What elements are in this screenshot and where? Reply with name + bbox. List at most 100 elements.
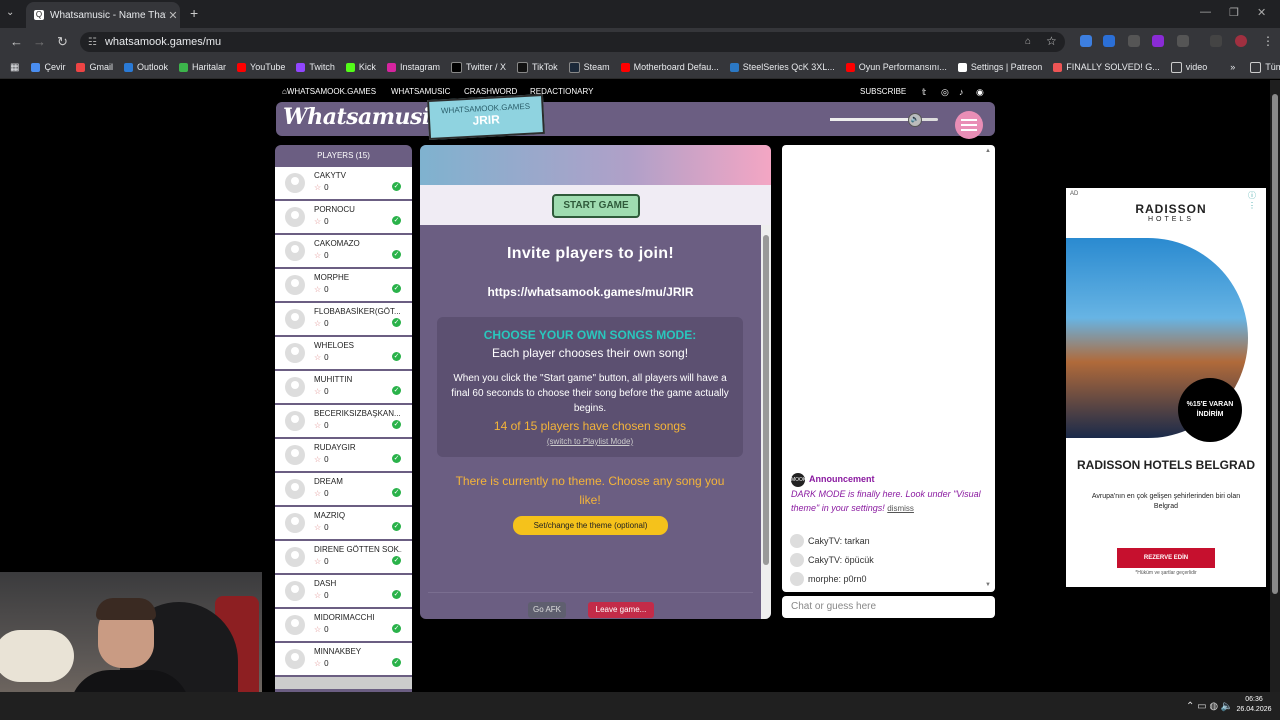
site-info-icon[interactable]: ☷ (88, 37, 97, 48)
tab-list-chevron-icon[interactable]: ⌄ (6, 7, 14, 18)
game-panel-scrollbar[interactable] (761, 225, 771, 619)
bookmark-item[interactable]: FINALLY SOLVED! G... (1053, 62, 1160, 72)
tiktok-icon[interactable]: ♪ (959, 87, 964, 97)
profile-avatar-icon[interactable] (1235, 35, 1247, 47)
players-panel-footer (275, 677, 412, 689)
browser-menu-icon[interactable]: ⋮ (1262, 34, 1274, 48)
os-taskbar (0, 692, 1280, 720)
song-chosen-check-icon: ✓ (392, 658, 401, 667)
site-logo[interactable]: Whatsamusic (283, 104, 443, 130)
subscribe-link[interactable]: SUBSCRIBE (860, 87, 906, 96)
bookmark-item[interactable]: SteelSeries QcK 3XL... (729, 62, 835, 72)
bookmark-item[interactable]: YouTube (237, 62, 285, 72)
chat-scrollbar[interactable]: ▲ ▼ (985, 148, 993, 590)
player-row[interactable]: DIRENE GÖTTEN SOK... ☆ 0 ✓ (275, 541, 412, 573)
tab-close-icon[interactable]: ✕ (166, 9, 180, 22)
bookmark-item[interactable]: Haritalar (179, 62, 226, 72)
bookmark-star-icon[interactable]: ☆ (1046, 34, 1057, 48)
bookmark-item[interactable]: Settings | Patreon (957, 62, 1042, 72)
go-afk-button[interactable]: Go AFK (528, 602, 566, 618)
bookmark-item[interactable]: TikTok (516, 61, 558, 73)
bookmark-item[interactable]: Çevir (31, 62, 65, 72)
new-tab-icon[interactable]: + (190, 5, 198, 21)
bookmark-item[interactable]: Kick (345, 62, 376, 72)
set-theme-button[interactable]: Set/change the theme (optional) (513, 516, 668, 535)
page-scrollbar[interactable] (1270, 80, 1280, 692)
player-row[interactable]: WHELOES ☆ 0 ✓ (275, 337, 412, 369)
player-row[interactable]: RUDAYGIR ☆ 0 ✓ (275, 439, 412, 471)
ad-info-icon[interactable]: ⓘ ⋮ (1248, 190, 1266, 210)
star-icon: ☆ (314, 557, 322, 566)
minimize-icon[interactable]: — (1200, 6, 1211, 18)
nav-whatsamusic[interactable]: WHATSAMUSIC (391, 87, 450, 96)
bookmark-item[interactable]: Motherboard Defau... (620, 62, 719, 72)
bookmark-item[interactable]: Instagram (386, 62, 440, 72)
player-row[interactable]: MORPHE ☆ 0 ✓ (275, 269, 412, 301)
avatar (285, 173, 305, 193)
restore-icon[interactable]: ❐ (1229, 6, 1239, 19)
player-row[interactable]: MUHITTIN ☆ 0 ✓ (275, 371, 412, 403)
avatar (285, 411, 305, 431)
bookmark-item[interactable]: Twitter / X (450, 61, 506, 73)
bookmark-folder[interactable]: video (1170, 61, 1207, 73)
player-score: ☆ 0 (314, 251, 329, 260)
bookmark-item[interactable]: Steam (568, 61, 610, 73)
start-game-button[interactable]: START GAME (552, 194, 640, 218)
instagram-icon[interactable]: ◎ (941, 87, 949, 98)
player-row[interactable]: MIDORIMACCHI ☆ 0 ✓ (275, 609, 412, 641)
leave-game-button[interactable]: Leave game... (588, 602, 654, 618)
bookmark-item[interactable]: Oyun Performansını... (845, 62, 947, 72)
all-bookmarks-folder[interactable]: Tüm Yer İşaretleri (1250, 61, 1280, 73)
browser-tab[interactable]: Q Whatsamusic - Name That Tune ✕ (26, 2, 180, 28)
player-name: DASH (314, 579, 337, 588)
twitter-icon[interactable]: 𝕥 (922, 87, 926, 98)
advertisement[interactable]: AD ⓘ ⋮ RADISSON HOTELS %15'E VARAN İNDİR… (1066, 188, 1266, 587)
bookmark-item[interactable]: Twitch (296, 62, 335, 72)
hamburger-menu-icon[interactable] (955, 111, 983, 139)
bookmark-item[interactable]: Gmail (76, 62, 113, 72)
player-row[interactable]: CAKYTV ☆ 0 ✓ (275, 167, 412, 199)
player-row[interactable]: PORNOCU ☆ 0 ✓ (275, 201, 412, 233)
dismiss-link[interactable]: dismiss (887, 504, 914, 513)
player-score: ☆ 0 (314, 319, 329, 328)
discord-icon[interactable]: ◉ (976, 87, 984, 98)
switch-playlist-link[interactable]: (switch to Playlist Mode) (437, 437, 743, 446)
player-row[interactable]: BECERIKSIZBAŞKAN... ☆ 0 ✓ (275, 405, 412, 437)
extensions-puzzle-icon[interactable] (1177, 35, 1189, 47)
extension-icon[interactable] (1103, 35, 1115, 47)
extension-icon[interactable] (1152, 35, 1164, 47)
system-clock[interactable]: 06:36 26.04.2026 (1232, 695, 1276, 715)
player-row[interactable]: DASH ☆ 0 ✓ (275, 575, 412, 607)
reload-icon[interactable]: ↻ (57, 34, 68, 50)
extension-icon[interactable] (1128, 35, 1140, 47)
window-close-icon[interactable]: ✕ (1257, 6, 1266, 19)
avatar (285, 377, 305, 397)
translate-icon[interactable]: ⌂ (1025, 36, 1031, 47)
player-name: BECERIKSIZBAŞKAN... (314, 409, 401, 418)
forward-icon[interactable]: → (33, 34, 46, 49)
invite-url[interactable]: https://whatsamook.games/mu/JRIR (420, 285, 761, 299)
apps-grid-icon[interactable]: ▦ (10, 62, 19, 73)
tab-title: Whatsamusic - Name That Tune (50, 9, 166, 21)
song-chosen-check-icon: ✓ (392, 250, 401, 259)
ad-subtitle: Avrupa'nın en çok gelişen şehirlerinden … (1091, 493, 1241, 510)
bookmarks-overflow-icon[interactable]: » (1230, 62, 1235, 72)
chat-input[interactable]: Chat or guess here (782, 596, 995, 618)
player-name: PORNOCU (314, 205, 355, 214)
nav-crashword[interactable]: CRASHWORD (464, 87, 517, 96)
reading-list-icon[interactable] (1210, 35, 1222, 47)
announcement: MOOK Announcement DARK MODE is finally he… (791, 472, 981, 516)
player-row[interactable]: MAZRIQ ☆ 0 ✓ (275, 507, 412, 539)
extension-icon[interactable] (1080, 35, 1092, 47)
player-row[interactable]: CAKOMAZO ☆ 0 ✓ (275, 235, 412, 267)
player-row[interactable]: FLOBABASİKER(GÖT... ☆ 0 ✓ (275, 303, 412, 335)
home-link[interactable]: ⌂ WHATSAMOOK.GAMES (282, 87, 376, 96)
player-row[interactable]: DREAM ☆ 0 ✓ (275, 473, 412, 505)
player-row[interactable]: MINNAKBEY ☆ 0 ✓ (275, 643, 412, 675)
back-icon[interactable]: ← (10, 34, 23, 49)
song-chosen-check-icon: ✓ (392, 624, 401, 633)
bookmark-item[interactable]: Outlook (123, 62, 168, 72)
address-bar[interactable]: ☷ whatsamook.games/mu (80, 32, 1065, 52)
ad-book-button[interactable]: REZERVE EDİN (1117, 548, 1215, 568)
system-tray-icons[interactable]: ⌃ ▭ ◍ 🔈 (1186, 701, 1233, 712)
